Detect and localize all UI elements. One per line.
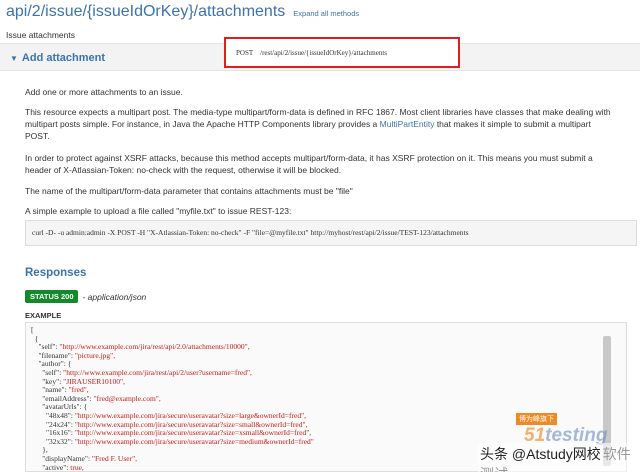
description-parameter: The name of the multipart/form-data para… bbox=[25, 186, 353, 196]
json-value: "Fred F. User", bbox=[91, 453, 138, 463]
json-line: "filename": "picture.jpg", bbox=[31, 350, 314, 361]
endpoint-path: /rest/api/2/issue/{issueIdOrKey}/attachm… bbox=[260, 48, 387, 57]
json-value: "http://www.example.com/jira/secure/user… bbox=[74, 436, 314, 446]
multipartentity-link[interactable]: MultiPartEntity bbox=[380, 119, 435, 129]
status-badge: STATUS 200 bbox=[25, 290, 79, 303]
example-label: EXAMPLE bbox=[25, 311, 62, 320]
json-key: "32x32": bbox=[46, 436, 75, 446]
status-row: STATUS 200 - application/json bbox=[25, 290, 146, 303]
resource-path-title[interactable]: api/2/issue/{issueIdOrKey}/attachments bbox=[6, 3, 285, 21]
operation-toggle[interactable]: ▼ Add attachment bbox=[10, 52, 105, 64]
json-example-code: [ { "self": "http://www.example.com/jira… bbox=[31, 325, 314, 471]
description-multipart: This resource expects a multipart post. … bbox=[25, 106, 615, 142]
caret-down-icon: ▼ bbox=[10, 53, 18, 63]
json-value: "fred@example.com", bbox=[93, 393, 161, 403]
json-value: "picture.jpg", bbox=[74, 350, 116, 360]
description-example-intro: A simple example to upload a file called… bbox=[25, 206, 292, 216]
description-xsrf: In order to protect against XSRF attacks… bbox=[25, 153, 593, 175]
expand-all-link[interactable]: Expand all methods bbox=[293, 9, 359, 18]
section-label: Issue attachments bbox=[6, 30, 75, 40]
operation-title: Add attachment bbox=[21, 52, 106, 64]
json-line: "32x32": "http://www.example.com/jira/se… bbox=[31, 436, 314, 447]
watermark-credit-text: 头条 @Atstudy网校 bbox=[480, 446, 601, 462]
watermark-badge: 博为峰旗下 bbox=[516, 413, 557, 425]
operation-endpoint-highlight: POST /rest/api/2/issue/{issueIdOrKey}/at… bbox=[224, 37, 460, 68]
responses-title: Responses bbox=[25, 267, 87, 279]
description-intro: Add one or more attachments to an issue. bbox=[25, 87, 183, 97]
page-header: api/2/issue/{issueIdOrKey}/attachments E… bbox=[6, 3, 359, 21]
watermark-credit: 头条 @Atstudy网校软件测试 bbox=[478, 443, 640, 472]
curl-example-code: curl -D- -u admin:admin -X POST -H "X-At… bbox=[25, 220, 637, 246]
json-line: [ bbox=[31, 325, 314, 335]
media-type: - application/json bbox=[82, 291, 147, 302]
http-method: POST bbox=[236, 48, 254, 57]
